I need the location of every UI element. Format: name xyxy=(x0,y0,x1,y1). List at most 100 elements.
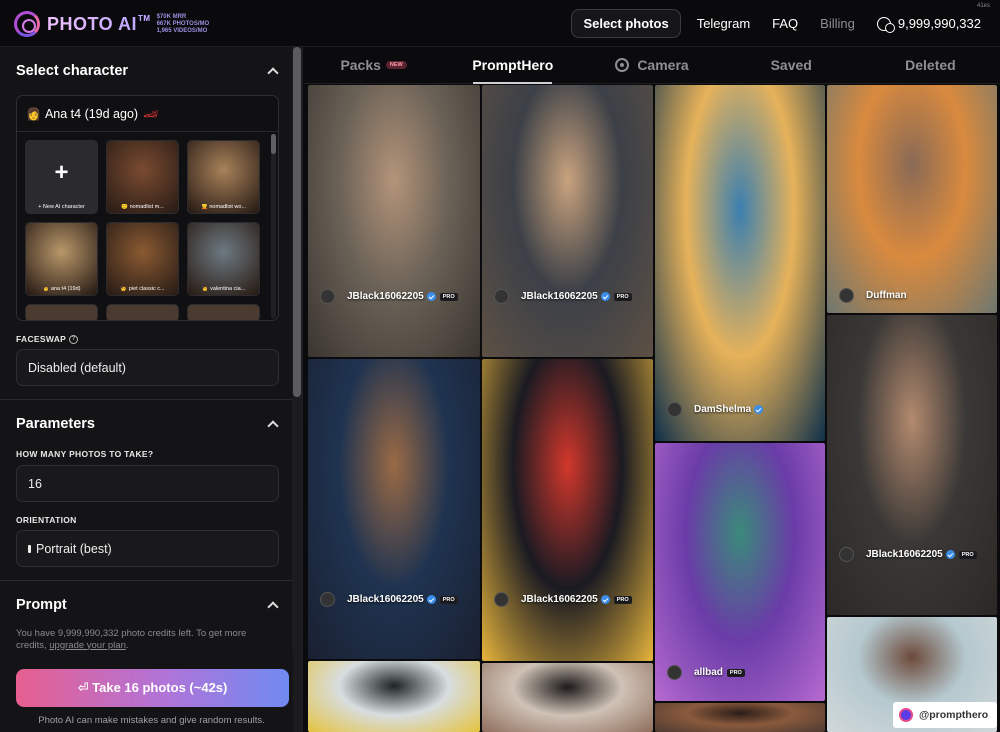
chevron-up-icon[interactable] xyxy=(267,67,279,79)
photo-author[interactable]: DamShelma xyxy=(667,402,764,417)
chevron-up-icon[interactable] xyxy=(267,420,279,432)
character-tile[interactable] xyxy=(187,304,260,320)
parameters-title: Parameters xyxy=(16,416,95,432)
character-tile-label: 👩 valentina cia... xyxy=(201,286,246,292)
telegram-link[interactable]: Telegram xyxy=(697,16,750,31)
gallery-photo[interactable]: Duffman xyxy=(827,85,997,313)
character-tile[interactable] xyxy=(25,304,98,320)
photo-author[interactable]: JBlack16062205 PRO xyxy=(839,547,977,562)
photos-count-label: HOW MANY PHOTOS TO TAKE? xyxy=(16,449,154,459)
verified-icon xyxy=(600,292,610,301)
character-tile[interactable]: 👱 nomadlist wo... xyxy=(187,140,260,214)
tab-prompthero[interactable]: PromptHero xyxy=(443,47,582,84)
character-tile-label: 👱 nomadlist wo... xyxy=(200,204,247,210)
pro-badge: PRO xyxy=(958,550,977,559)
current-character[interactable]: 👩 Ana t4 (19d ago) 🏎 xyxy=(17,96,278,132)
tab-packs[interactable]: Packs NEW xyxy=(304,47,443,83)
verified-icon xyxy=(754,405,764,414)
gallery-photo[interactable]: JBlack16062205 PRO xyxy=(482,85,653,357)
upgrade-plan-link[interactable]: upgrade your plan xyxy=(49,640,126,651)
verified-icon xyxy=(426,292,436,301)
tab-deleted[interactable]: Deleted xyxy=(861,47,1000,83)
avatar xyxy=(320,289,335,304)
avatar xyxy=(320,592,335,607)
avatar xyxy=(839,288,854,303)
character-tile[interactable]: 🙂 nomadlist m... xyxy=(106,140,179,214)
photo-author-name: JBlack16062205 xyxy=(866,549,943,560)
photo-grid: JBlack16062205 PRO JBlack16062205 PRO DamShe… xyxy=(308,85,1000,732)
billing-link[interactable]: Billing xyxy=(820,16,855,31)
top-nav: PHOTO AITM $70K MRR 667K PHOTOS/MO 1,965… xyxy=(0,0,1000,47)
current-character-label: Ana t4 (19d ago) xyxy=(44,106,139,121)
character-tile[interactable]: 👩 ana t4 (19d) xyxy=(25,222,98,296)
gallery-photo[interactable] xyxy=(308,661,480,732)
pro-badge: PRO xyxy=(439,292,458,301)
prompthero-watermark[interactable]: @prompthero xyxy=(893,702,997,728)
gallery-photo[interactable]: JBlack16062205 PRO xyxy=(482,359,653,661)
orientation-select[interactable]: Portrait (best) xyxy=(16,530,279,567)
character-scrollbar[interactable] xyxy=(271,134,276,319)
character-tile[interactable] xyxy=(106,304,179,320)
help-icon[interactable]: ? xyxy=(69,334,79,344)
faq-link[interactable]: FAQ xyxy=(772,16,798,31)
faceswap-select[interactable]: Disabled (default) xyxy=(16,349,279,386)
photo-author[interactable]: allbad PRO xyxy=(667,665,745,680)
plus-icon: + xyxy=(54,159,69,186)
photo-author[interactable]: JBlack16062205 PRO xyxy=(320,289,458,304)
parameters-header[interactable]: Parameters xyxy=(0,400,293,448)
select-character-title: Select character xyxy=(16,63,129,79)
verified-icon xyxy=(945,550,955,559)
select-character-header[interactable]: Select character xyxy=(0,47,293,95)
gallery-tabs: Packs NEW PromptHero Camera Saved Deleted xyxy=(304,47,1000,84)
chevron-up-icon[interactable] xyxy=(267,601,279,613)
photo-author[interactable]: JBlack16062205 PRO xyxy=(494,592,632,607)
character-tile[interactable]: 🧑 piet classic c... xyxy=(106,222,179,296)
character-tile-label: 👩 ana t4 (19d) xyxy=(42,286,81,292)
character-grid: + + New AI character 🙂 nomadlist m... 👱 nom… xyxy=(25,140,265,320)
verified-icon xyxy=(600,595,610,604)
character-tile-label: + New AI character xyxy=(38,204,85,210)
prompt-header[interactable]: Prompt xyxy=(0,581,293,629)
gallery-photo[interactable] xyxy=(482,663,653,732)
sidebar-scrollbar-thumb[interactable] xyxy=(293,47,301,397)
pro-badge: PRO xyxy=(613,595,632,604)
photo-author-name: DamShelma xyxy=(694,404,752,415)
logo-text: PHOTO AITM xyxy=(47,13,151,34)
photos-count-input[interactable]: 16 xyxy=(16,465,279,502)
pro-badge: PRO xyxy=(439,595,458,604)
tab-saved[interactable]: Saved xyxy=(722,47,861,83)
gallery-photo[interactable] xyxy=(655,703,825,732)
avatar xyxy=(494,592,509,607)
gallery-photo[interactable]: DamShelma xyxy=(655,85,825,441)
photo-author[interactable]: Duffman xyxy=(839,288,907,303)
logo[interactable]: PHOTO AITM $70K MRR 667K PHOTOS/MO 1,965… xyxy=(14,11,209,37)
gallery-photo[interactable]: JBlack16062205 PRO xyxy=(308,85,480,357)
select-photos-button[interactable]: Select photos xyxy=(571,9,681,38)
coins-icon xyxy=(876,16,895,33)
character-tile-label: 🧑 piet classic c... xyxy=(120,286,165,292)
gallery-photo[interactable]: allbad PRO xyxy=(655,443,825,701)
gallery-photo[interactable]: JBlack16062205 PRO xyxy=(308,359,480,659)
new-character-tile[interactable]: + + New AI character xyxy=(25,140,98,214)
character-tile[interactable]: 👩 valentina cia... xyxy=(187,222,260,296)
logo-stats: $70K MRR 667K PHOTOS/MO 1,965 VIDEOS/MO xyxy=(156,13,210,34)
credits-value: 9,999,990,332 xyxy=(897,16,981,31)
tab-camera[interactable]: Camera xyxy=(582,47,721,83)
gallery-main: Packs NEW PromptHero Camera Saved Deleted… xyxy=(304,47,1000,732)
take-photos-button[interactable]: ⏎ Take 16 photos (~42s) xyxy=(16,669,289,707)
credits-note: You have 9,999,990,332 photo credits lef… xyxy=(16,628,247,651)
photo-author[interactable]: JBlack16062205 PRO xyxy=(320,592,458,607)
avatar xyxy=(494,289,509,304)
sidebar: Select character 👩 Ana t4 (19d ago) 🏎 + +… xyxy=(0,47,303,732)
take-photos-panel: ⏎ Take 16 photos (~42s) Photo AI can mak… xyxy=(0,651,293,732)
disclaimer: Photo AI can make mistakes and give rand… xyxy=(38,715,265,726)
gallery-photo[interactable]: JBlack16062205 PRO xyxy=(827,315,997,615)
credits-counter[interactable]: 9,999,990,332 xyxy=(876,16,981,33)
character-tile-label: 🙂 nomadlist m... xyxy=(121,204,164,210)
prompt-title: Prompt xyxy=(16,597,67,613)
pro-badge: PRO xyxy=(726,668,745,677)
photo-author[interactable]: JBlack16062205 PRO xyxy=(494,289,632,304)
sidebar-scrollbar[interactable] xyxy=(292,47,302,732)
logo-icon xyxy=(14,11,40,37)
character-picker: 👩 Ana t4 (19d ago) 🏎 + + New AI character… xyxy=(16,95,279,321)
